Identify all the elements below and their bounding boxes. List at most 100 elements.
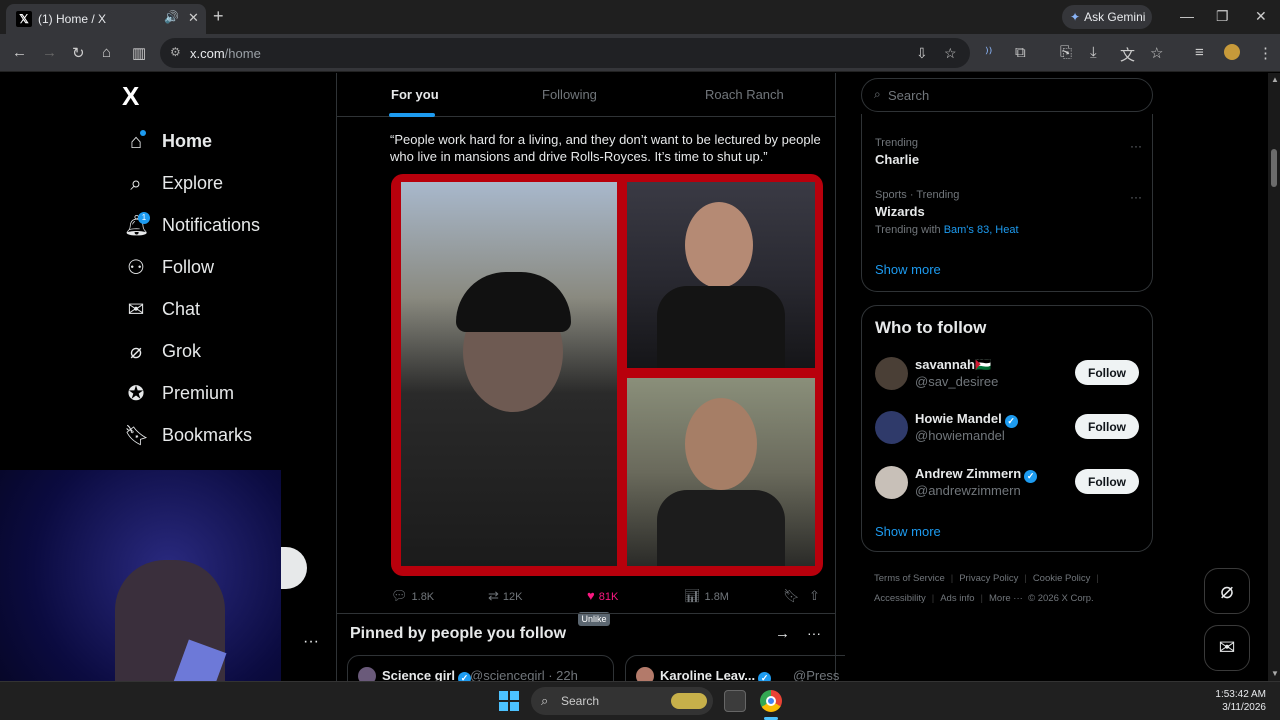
- taskbar-search[interactable]: ⌕ Search: [531, 687, 713, 715]
- post-button[interactable]: [281, 547, 307, 589]
- nav-bookmarks[interactable]: 🔖︎ Bookmarks: [122, 420, 322, 456]
- bookmark-star-icon[interactable]: ☆: [944, 45, 957, 62]
- minimize-icon[interactable]: —: [1180, 8, 1194, 24]
- avatar: [875, 411, 908, 444]
- cookie-link[interactable]: Cookie Policy: [1033, 573, 1091, 584]
- favorites-icon[interactable]: ☆: [1150, 44, 1163, 62]
- side-panel-icon[interactable]: ▥: [132, 44, 146, 62]
- nav-follow[interactable]: ⚇ Follow: [122, 252, 322, 288]
- new-tab-icon[interactable]: +: [213, 6, 224, 27]
- media-image-left[interactable]: [401, 182, 617, 566]
- tab-for-you[interactable]: For you: [391, 87, 439, 102]
- arrow-right-icon[interactable]: →: [775, 625, 790, 642]
- trending-with-links[interactable]: Bam's 83, Heat: [944, 224, 1019, 236]
- more-link[interactable]: More ···: [989, 593, 1023, 604]
- scroll-down-icon[interactable]: ▼: [1271, 669, 1279, 678]
- like-count: 81K: [598, 591, 619, 603]
- nav-home-label: Home: [162, 131, 213, 151]
- grok-fab-icon[interactable]: ⌀: [1204, 568, 1250, 614]
- menu-kebab-icon[interactable]: ⋮: [1258, 44, 1273, 62]
- follow-button[interactable]: Follow: [1075, 469, 1139, 494]
- trend-item[interactable]: Trending Charlie: [875, 137, 919, 167]
- close-window-icon[interactable]: ✕: [1255, 8, 1267, 25]
- chat-fab-icon[interactable]: ✉: [1204, 625, 1250, 671]
- accessibility-link[interactable]: Accessibility: [874, 593, 926, 604]
- site-info-icon[interactable]: ⚙: [170, 45, 181, 59]
- audio-icon[interactable]: 🔊: [164, 10, 179, 24]
- pinned-card[interactable]: Karoline Leav... ✓ @Press: [625, 655, 845, 681]
- ask-gemini-button[interactable]: ✦ Ask Gemini: [1062, 5, 1152, 29]
- show-more-link[interactable]: Show more: [875, 524, 941, 539]
- privacy-link[interactable]: Privacy Policy: [959, 573, 1018, 584]
- bookmark-button[interactable]: 🔖︎: [783, 588, 804, 604]
- system-clock[interactable]: 1:53:42 AM 3/11/2026: [1200, 688, 1266, 714]
- pinned-card[interactable]: Science girl ✓ @sciencegirl · 22h: [347, 655, 614, 681]
- screenshot-icon[interactable]: ⎘: [1060, 44, 1072, 61]
- follow-button[interactable]: Follow: [1075, 414, 1139, 439]
- trend-more-icon[interactable]: ···: [1130, 190, 1142, 204]
- profile-avatar[interactable]: [1224, 44, 1240, 60]
- like-button[interactable]: ♥ 81K: [587, 588, 618, 603]
- url-text[interactable]: x.com/home: [190, 46, 261, 61]
- close-tab-icon[interactable]: ✕: [188, 10, 199, 26]
- nav-grok[interactable]: ⌀ Grok: [122, 336, 322, 372]
- trend-name: Wizards: [875, 204, 925, 219]
- follow-suggestion[interactable]: Howie Mandel ✓ @howiemandel Follow: [875, 407, 1145, 447]
- nav-notifications[interactable]: 🔔︎ 1 Notifications: [122, 210, 322, 246]
- scroll-thumb[interactable]: [1271, 149, 1277, 187]
- scroll-up-icon[interactable]: ▲: [1271, 75, 1279, 84]
- follow-suggestion[interactable]: savannah🇵🇸 @sav_desiree Follow: [875, 353, 1145, 393]
- media-control-icon[interactable]: ≡: [1195, 44, 1204, 61]
- repost-button[interactable]: ⇄ 12K: [488, 588, 522, 604]
- reply-button[interactable]: 💬︎ 1.8K: [391, 588, 434, 604]
- home-page-icon[interactable]: ⌂: [102, 44, 111, 61]
- task-view-icon[interactable]: [724, 690, 746, 712]
- share-button[interactable]: ⇧: [809, 588, 824, 604]
- views-button[interactable]: 📊︎ 1.8M: [684, 588, 729, 604]
- download-icon[interactable]: ⤓: [1090, 44, 1097, 61]
- search-input[interactable]: [888, 86, 1138, 104]
- browser-tab[interactable]: 𝕏 (1) Home / X 🔊 ✕: [6, 4, 206, 34]
- more-options-icon[interactable]: ···: [807, 625, 821, 641]
- windows-start-icon[interactable]: [499, 691, 519, 711]
- notification-badge: 1: [138, 212, 150, 224]
- extension-icon[interactable]: ⁾⁾: [985, 44, 992, 62]
- nav-home[interactable]: ⌂ Home: [122, 126, 322, 162]
- tab-following[interactable]: Following: [542, 87, 597, 102]
- maximize-icon[interactable]: ❐: [1216, 8, 1229, 25]
- forward-icon[interactable]: →: [42, 44, 57, 61]
- ads-info-link[interactable]: Ads info: [940, 593, 974, 604]
- extensions-puzzle-icon[interactable]: ⧉: [1015, 44, 1026, 61]
- tweet-media[interactable]: [391, 174, 823, 576]
- nav-premium[interactable]: ✪ Premium: [122, 378, 322, 414]
- trend-more-icon[interactable]: ···: [1130, 139, 1142, 153]
- show-more-link[interactable]: Show more: [875, 262, 941, 277]
- page-scrollbar[interactable]: ▲ ▼: [1268, 73, 1280, 681]
- media-image-bottom-right[interactable]: [627, 378, 815, 566]
- suggestion-name: savannah🇵🇸: [915, 357, 992, 372]
- media-image-top-right[interactable]: [627, 182, 815, 368]
- trend-item[interactable]: Sports · Trending Wizards Trending with …: [875, 189, 1019, 236]
- install-app-icon[interactable]: ⇩: [916, 45, 928, 62]
- terms-link[interactable]: Terms of Service: [874, 573, 945, 584]
- search-box[interactable]: ⌕: [861, 78, 1153, 112]
- translate-icon[interactable]: 文: [1120, 44, 1135, 65]
- chrome-icon[interactable]: [760, 690, 782, 712]
- trend-meta: Trending: [875, 137, 919, 149]
- account-more-icon[interactable]: ···: [303, 633, 319, 651]
- follow-suggestion[interactable]: Andrew Zimmern ✓ @andrewzimmern Follow: [875, 462, 1145, 502]
- nav-explore[interactable]: ⌕ Explore: [122, 168, 322, 204]
- back-icon[interactable]: ←: [12, 44, 27, 61]
- envelope-icon: ✉: [127, 299, 145, 321]
- follow-button[interactable]: Follow: [1075, 360, 1139, 385]
- nav-follow-label: Follow: [162, 257, 215, 277]
- pinned-author-name: Karoline Leav... ✓: [660, 668, 772, 681]
- pinned-section-title: Pinned by people you follow: [350, 625, 567, 642]
- nav-chat[interactable]: ✉ Chat: [122, 294, 322, 330]
- browser-tab-bar: 𝕏 (1) Home / X 🔊 ✕ + ✦ Ask Gemini — ❐ ✕: [0, 0, 1280, 34]
- reload-icon[interactable]: ↻: [72, 44, 85, 62]
- nav-grok-label: Grok: [162, 341, 202, 361]
- omnibox[interactable]: ⚙ x.com/home ⇩ ☆: [160, 38, 970, 68]
- tab-roach-ranch[interactable]: Roach Ranch: [705, 87, 784, 102]
- x-logo-icon[interactable]: X: [122, 81, 139, 112]
